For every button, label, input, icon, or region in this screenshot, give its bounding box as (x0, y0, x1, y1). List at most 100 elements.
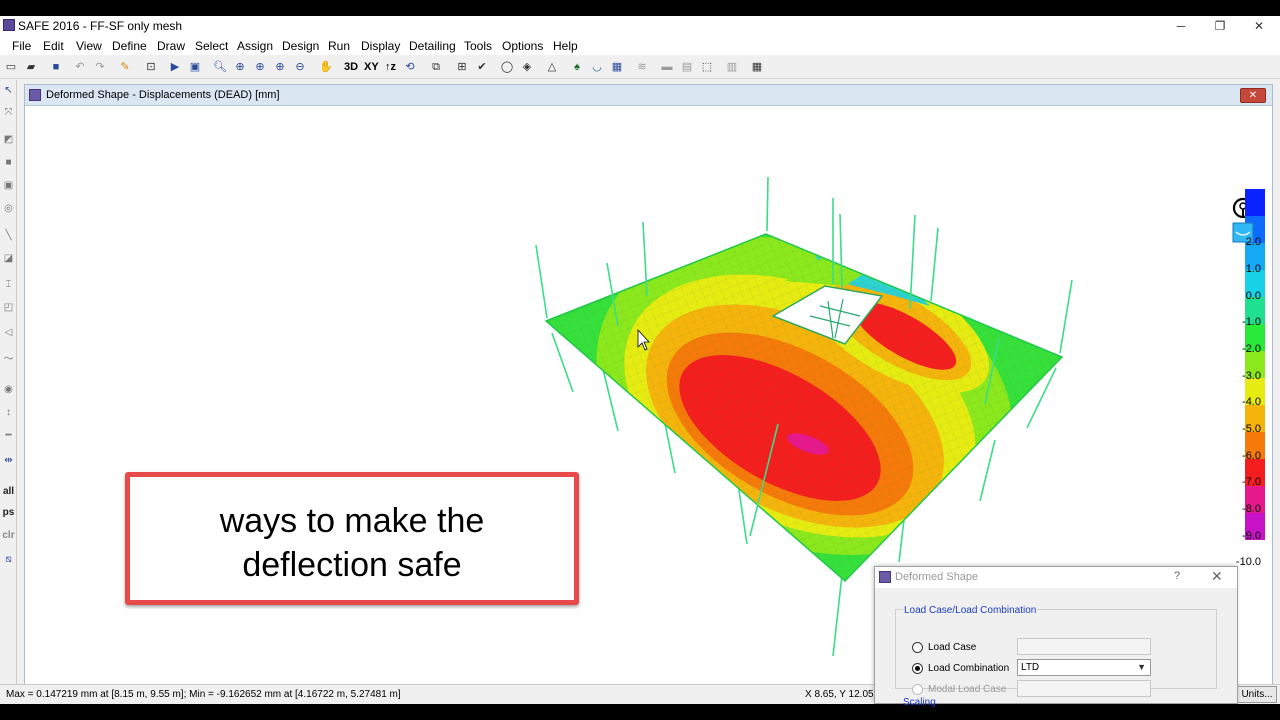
menu-file[interactable]: File (12, 39, 31, 53)
left-toolbar: ↖ ⤧ ◩ ■ ▣ ◎ ╲ ◪ ⌶ ◰ ◁ 〜 ◉ ↕ ━ ⇹ all ps c… (0, 80, 17, 692)
select-all-button[interactable]: all (0, 486, 17, 497)
dimension-icon[interactable]: ↕ (1, 405, 16, 420)
menu-assign[interactable]: Assign (237, 39, 273, 53)
grid-icon[interactable]: ▥ (724, 59, 740, 75)
view-3d-button[interactable]: 3D (344, 59, 358, 75)
view-xy-button[interactable]: XY (364, 59, 379, 75)
load-case-radio[interactable] (912, 642, 923, 653)
menu-design[interactable]: Design (282, 39, 319, 53)
modal-load-case-field[interactable] (1017, 680, 1151, 697)
view-xz-button[interactable]: ↑z (385, 59, 396, 75)
zoom-in-icon[interactable]: ⊕ (272, 59, 288, 75)
view-close-button[interactable]: ✕ (1240, 88, 1266, 103)
draw-rect-icon[interactable]: ■ (1, 155, 16, 170)
reaction-icon[interactable]: ♠ (569, 59, 585, 75)
zoom-all-icon[interactable]: ⊕ (252, 59, 268, 75)
open-folder-icon[interactable]: ▰ (23, 59, 39, 75)
pointer-icon[interactable]: ↖ (1, 83, 16, 98)
load-case-field[interactable] (1017, 638, 1151, 655)
snap-icon[interactable]: ⇹ (1, 453, 16, 468)
load-combination-select[interactable]: LTD ▼ (1017, 659, 1151, 676)
load-case-label: Load Case (928, 642, 977, 653)
menu-tools[interactable]: Tools (464, 39, 492, 53)
reshape-icon[interactable]: ⤧ (1, 105, 16, 120)
modal-load-case-label: Modal Load Case (928, 684, 1007, 695)
menu-select[interactable]: Select (195, 39, 228, 53)
draw-point-icon[interactable]: ◉ (1, 382, 16, 397)
menu-detailing[interactable]: Detailing (409, 39, 456, 53)
check-icon[interactable]: ✔ (474, 59, 490, 75)
undo-icon[interactable]: ↶ (72, 59, 88, 75)
dialog-help-button[interactable]: ? (1174, 570, 1180, 582)
pencil-icon[interactable]: ✎ (117, 59, 133, 75)
scaling-group-label: Scaling (903, 697, 936, 708)
menu-display[interactable]: Display (361, 39, 400, 53)
pan-icon[interactable]: ✋ (318, 59, 334, 75)
legend-label: -8.0 (1242, 503, 1261, 515)
legend-label: -4.0 (1242, 396, 1261, 408)
previous-selection-button[interactable]: ps (0, 507, 17, 518)
draw-tendon-icon[interactable]: ◁ (1, 325, 16, 340)
select-icon[interactable]: ⊞ (454, 59, 470, 75)
circle-icon[interactable]: ◯ (499, 59, 515, 75)
new-file-icon[interactable]: ▭ (3, 59, 19, 75)
callout-text: ways to make the deflection safe (130, 499, 574, 587)
chevron-down-icon: ▼ (1137, 662, 1146, 672)
legend-label: -5.0 (1242, 423, 1261, 435)
contour-icon[interactable]: ▦ (609, 59, 625, 75)
deformed-shape-dialog: Deformed Shape ? ✕ Load Case/Load Combin… (874, 566, 1238, 708)
run-design-icon[interactable]: ▣ (187, 59, 203, 75)
zoom-out-icon[interactable]: ⊖ (292, 59, 308, 75)
table-icon[interactable]: ▦ (749, 59, 765, 75)
intersect-select-icon[interactable]: ⧅ (1, 552, 16, 567)
clear-selection-button[interactable]: clr (0, 530, 17, 541)
restore-button[interactable]: ❐ (1205, 17, 1235, 35)
menu-help[interactable]: Help (553, 39, 578, 53)
beam-icon[interactable]: ▬ (659, 59, 675, 75)
draw-beam-icon[interactable]: ◪ (1, 251, 16, 266)
lock-icon[interactable]: ⊡ (143, 59, 159, 75)
draw-opening-icon[interactable]: ◰ (1, 300, 16, 315)
perspective-icon[interactable]: ⧉ (428, 59, 444, 75)
zoom-restore-icon[interactable]: ⊕ (232, 59, 248, 75)
rotate-icon[interactable]: ⟲ (402, 59, 418, 75)
menu-draw[interactable]: Draw (157, 39, 185, 53)
triangle-icon[interactable]: △ (544, 59, 560, 75)
menu-run[interactable]: Run (328, 39, 350, 53)
slab-icon[interactable]: ▤ (679, 59, 695, 75)
units-button[interactable]: Units... (1237, 686, 1277, 703)
draw-line-icon[interactable]: ╲ (1, 228, 16, 243)
callout-line-2: deflection safe (242, 546, 462, 584)
frame-icon[interactable]: ⬚ (699, 59, 715, 75)
draw-area-icon[interactable]: ◩ (1, 132, 16, 147)
draw-wall-icon[interactable]: ⌶ (1, 277, 16, 292)
zoom-window-icon[interactable]: 🔍︎ (212, 59, 228, 75)
dialog-title: Deformed Shape (895, 571, 979, 583)
legend-label: -10.0 (1235, 556, 1261, 568)
strip-icon[interactable]: ≋ (634, 59, 650, 75)
dialog-icon (879, 571, 891, 583)
annotation-callout: ways to make the deflection safe (125, 472, 579, 605)
draw-quad-icon[interactable]: ▣ (1, 178, 16, 193)
status-coordinates: X 8.65, Y 12.05, (805, 689, 877, 700)
menu-edit[interactable]: Edit (43, 39, 64, 53)
menu-options[interactable]: Options (502, 39, 543, 53)
menu-define[interactable]: Define (112, 39, 147, 53)
close-button[interactable]: ✕ (1244, 17, 1274, 35)
legend-label: -1.0 (1242, 316, 1261, 328)
legend-label: -2.0 (1242, 343, 1261, 355)
run-analysis-icon[interactable]: ▶ (167, 59, 183, 75)
dialog-title-bar: Deformed Shape ? ✕ (875, 567, 1237, 588)
draw-column-icon[interactable]: ◎ (1, 201, 16, 216)
diamond-icon[interactable]: ◈ (519, 59, 535, 75)
modal-load-case-radio[interactable] (912, 684, 923, 695)
deformed-shape-icon[interactable]: ◡ (589, 59, 605, 75)
draw-strip-icon[interactable]: 〜 (1, 352, 16, 367)
redo-icon[interactable]: ↷ (92, 59, 108, 75)
load-combination-radio[interactable] (912, 663, 923, 674)
save-icon[interactable]: ■ (48, 59, 64, 75)
dialog-close-button[interactable]: ✕ (1211, 568, 1223, 585)
menu-view[interactable]: View (76, 39, 102, 53)
callout-line-1: ways to make the (219, 502, 485, 540)
minimize-button[interactable]: ─ (1166, 17, 1196, 35)
